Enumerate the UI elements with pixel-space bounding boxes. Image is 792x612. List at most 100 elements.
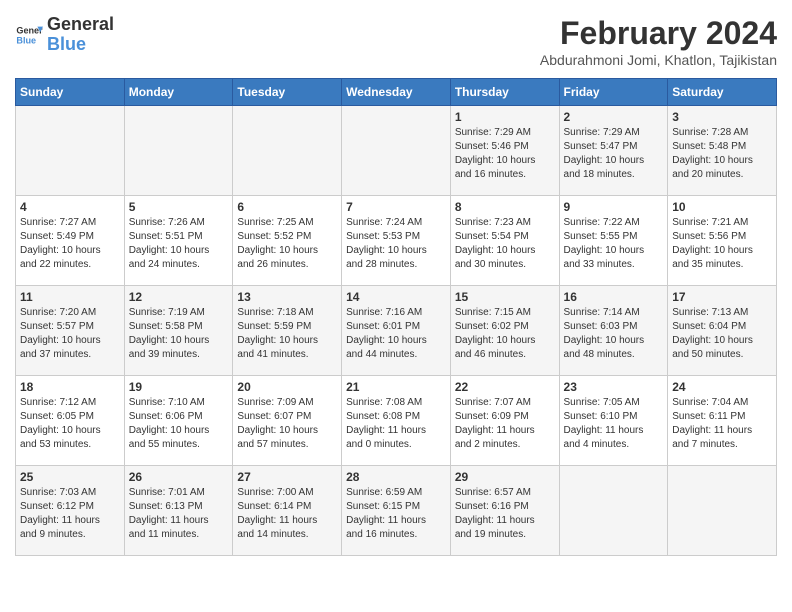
month-title: February 2024 [540,15,777,52]
day-cell: 29 Sunrise: 6:57 AM Sunset: 6:16 PM Dayli… [450,466,559,556]
day-info: Sunrise: 7:01 AM Sunset: 6:13 PM Dayligh… [129,486,229,542]
day-number: 29 [455,470,555,484]
logo-icon: General Blue [15,21,43,49]
day-cell: 9Sunrise: 7:22 AM Sunset: 5:55 PM Daylig… [559,196,668,286]
day-cell [342,106,451,196]
day-number: 21 [346,380,446,394]
day-cell: 16 Sunrise: 7:14 AM Sunset: 6:03 PM Dayli… [559,286,668,376]
day-number: 18 [20,380,120,394]
day-cell: 4 Sunrise: 7:27 AM Sunset: 5:49 PM Daylig… [16,196,125,286]
day-number: 19 [129,380,229,394]
day-info: Sunrise: 7:24 AM Sunset: 5:53 PM Dayligh… [346,216,446,272]
day-cell: 27Sunrise: 7:00 AM Sunset: 6:14 PM Dayli… [233,466,342,556]
day-info: Sunrise: 7:03 AM Sunset: 6:12 PM Dayligh… [20,486,120,542]
day-number: 5 [129,200,229,214]
day-info: Sunrise: 7:14 AM Sunset: 6:03 PM Dayligh… [564,306,664,362]
header-friday: Friday [559,79,668,106]
day-cell: 24Sunrise: 7:04 AM Sunset: 6:11 PM Dayli… [668,376,777,466]
day-cell: 2Sunrise: 7:29 AM Sunset: 5:47 PM Daylig… [559,106,668,196]
day-number: 23 [564,380,664,394]
day-number: 25 [20,470,120,484]
week-row-3: 11 Sunrise: 7:20 AM Sunset: 5:57 PM Dayli… [16,286,777,376]
logo: General Blue General Blue [15,15,114,55]
day-number: 16 [564,290,664,304]
day-cell [16,106,125,196]
day-number: 10 [672,200,772,214]
day-cell: 22 Sunrise: 7:07 AM Sunset: 6:09 PM Dayli… [450,376,559,466]
day-number: 14 [346,290,446,304]
week-row-2: 4 Sunrise: 7:27 AM Sunset: 5:49 PM Daylig… [16,196,777,286]
header-thursday: Thursday [450,79,559,106]
day-cell: 17 Sunrise: 7:13 AM Sunset: 6:04 PM Dayli… [668,286,777,376]
day-number: 12 [129,290,229,304]
calendar-table: SundayMondayTuesdayWednesdayThursdayFrid… [15,78,777,556]
day-info: Sunrise: 7:20 AM Sunset: 5:57 PM Dayligh… [20,306,120,362]
week-row-5: 25 Sunrise: 7:03 AM Sunset: 6:12 PM Dayli… [16,466,777,556]
calendar-header-row: SundayMondayTuesdayWednesdayThursdayFrid… [16,79,777,106]
day-info: Sunrise: 7:18 AM Sunset: 5:59 PM Dayligh… [237,306,337,362]
day-cell: 26 Sunrise: 7:01 AM Sunset: 6:13 PM Dayli… [124,466,233,556]
day-cell [124,106,233,196]
day-number: 27 [237,470,337,484]
header-monday: Monday [124,79,233,106]
day-number: 3 [672,110,772,124]
day-cell: 10 Sunrise: 7:21 AM Sunset: 5:56 PM Dayli… [668,196,777,286]
day-cell [668,466,777,556]
day-cell: 5 Sunrise: 7:26 AM Sunset: 5:51 PM Daylig… [124,196,233,286]
day-number: 28 [346,470,446,484]
day-cell: 20Sunrise: 7:09 AM Sunset: 6:07 PM Dayli… [233,376,342,466]
header-tuesday: Tuesday [233,79,342,106]
day-cell: 19 Sunrise: 7:10 AM Sunset: 6:06 PM Dayli… [124,376,233,466]
day-info: Sunrise: 7:12 AM Sunset: 6:05 PM Dayligh… [20,396,120,452]
day-info: Sunrise: 7:29 AM Sunset: 5:46 PM Dayligh… [455,126,555,182]
day-info: Sunrise: 7:28 AM Sunset: 5:48 PM Dayligh… [672,126,772,182]
day-info: Sunrise: 7:16 AM Sunset: 6:01 PM Dayligh… [346,306,446,362]
day-number: 22 [455,380,555,394]
svg-text:Blue: Blue [16,35,36,45]
day-number: 4 [20,200,120,214]
day-number: 20 [237,380,337,394]
day-cell: 3 Sunrise: 7:28 AM Sunset: 5:48 PM Daylig… [668,106,777,196]
day-info: Sunrise: 6:59 AM Sunset: 6:15 PM Dayligh… [346,486,446,542]
day-info: Sunrise: 7:29 AM Sunset: 5:47 PM Dayligh… [564,126,664,182]
day-cell: 11 Sunrise: 7:20 AM Sunset: 5:57 PM Dayli… [16,286,125,376]
day-cell: 7Sunrise: 7:24 AM Sunset: 5:53 PM Daylig… [342,196,451,286]
day-info: Sunrise: 7:22 AM Sunset: 5:55 PM Dayligh… [564,216,664,272]
header-saturday: Saturday [668,79,777,106]
day-info: Sunrise: 7:08 AM Sunset: 6:08 PM Dayligh… [346,396,446,452]
day-cell: 14 Sunrise: 7:16 AM Sunset: 6:01 PM Dayli… [342,286,451,376]
day-number: 8 [455,200,555,214]
day-number: 11 [20,290,120,304]
location-subtitle: Abdurahmoni Jomi, Khatlon, Tajikistan [540,52,777,68]
day-cell: 18 Sunrise: 7:12 AM Sunset: 6:05 PM Dayli… [16,376,125,466]
day-cell [559,466,668,556]
header-sunday: Sunday [16,79,125,106]
day-info: Sunrise: 6:57 AM Sunset: 6:16 PM Dayligh… [455,486,555,542]
day-info: Sunrise: 7:07 AM Sunset: 6:09 PM Dayligh… [455,396,555,452]
week-row-4: 18 Sunrise: 7:12 AM Sunset: 6:05 PM Dayli… [16,376,777,466]
day-number: 1 [455,110,555,124]
day-info: Sunrise: 7:21 AM Sunset: 5:56 PM Dayligh… [672,216,772,272]
title-area: February 2024 Abdurahmoni Jomi, Khatlon,… [540,15,777,68]
day-cell: 28 Sunrise: 6:59 AM Sunset: 6:15 PM Dayli… [342,466,451,556]
day-info: Sunrise: 7:27 AM Sunset: 5:49 PM Dayligh… [20,216,120,272]
day-info: Sunrise: 7:15 AM Sunset: 6:02 PM Dayligh… [455,306,555,362]
day-cell: 25 Sunrise: 7:03 AM Sunset: 6:12 PM Dayli… [16,466,125,556]
day-cell: 8 Sunrise: 7:23 AM Sunset: 5:54 PM Daylig… [450,196,559,286]
day-cell: 6Sunrise: 7:25 AM Sunset: 5:52 PM Daylig… [233,196,342,286]
day-info: Sunrise: 7:26 AM Sunset: 5:51 PM Dayligh… [129,216,229,272]
day-cell [233,106,342,196]
day-info: Sunrise: 7:19 AM Sunset: 5:58 PM Dayligh… [129,306,229,362]
day-cell: 1 Sunrise: 7:29 AM Sunset: 5:46 PM Daylig… [450,106,559,196]
day-info: Sunrise: 7:23 AM Sunset: 5:54 PM Dayligh… [455,216,555,272]
day-info: Sunrise: 7:10 AM Sunset: 6:06 PM Dayligh… [129,396,229,452]
day-number: 6 [237,200,337,214]
day-number: 26 [129,470,229,484]
day-cell: 13Sunrise: 7:18 AM Sunset: 5:59 PM Dayli… [233,286,342,376]
day-cell: 21 Sunrise: 7:08 AM Sunset: 6:08 PM Dayli… [342,376,451,466]
day-info: Sunrise: 7:13 AM Sunset: 6:04 PM Dayligh… [672,306,772,362]
day-number: 15 [455,290,555,304]
week-row-1: 1 Sunrise: 7:29 AM Sunset: 5:46 PM Daylig… [16,106,777,196]
day-number: 17 [672,290,772,304]
day-info: Sunrise: 7:05 AM Sunset: 6:10 PM Dayligh… [564,396,664,452]
